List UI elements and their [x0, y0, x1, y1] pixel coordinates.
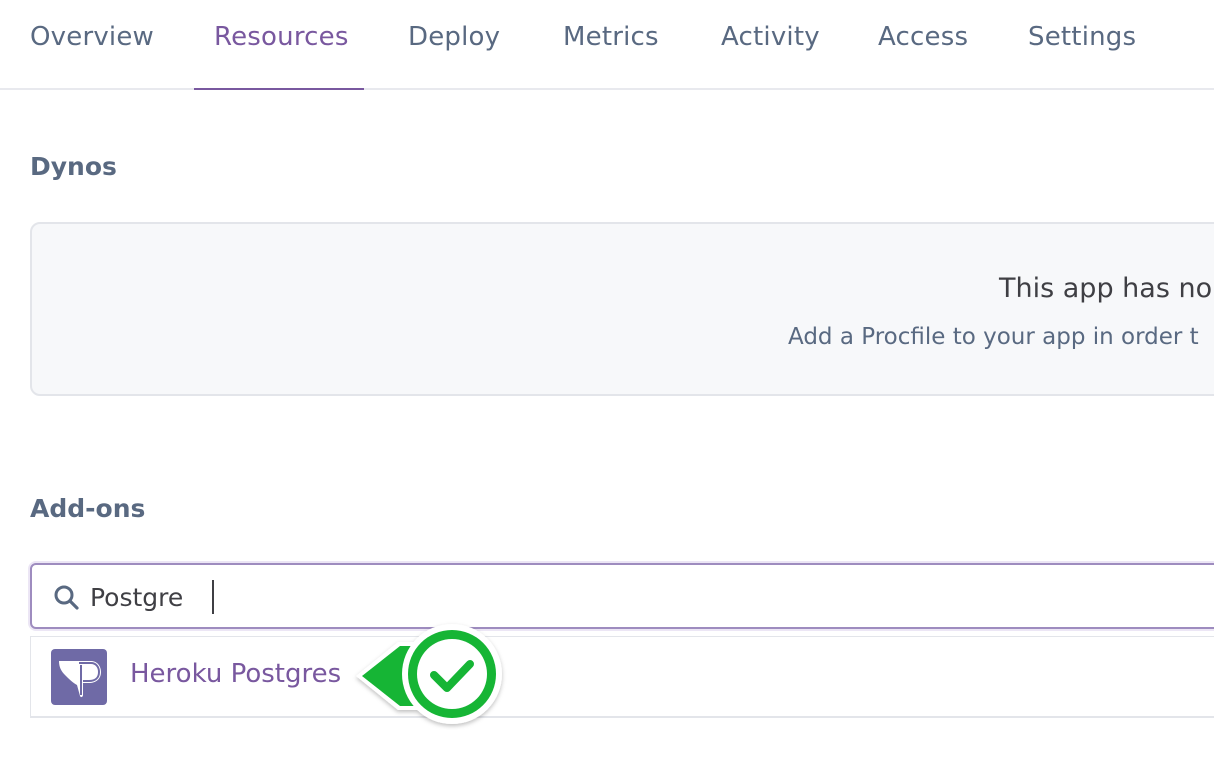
- dynos-empty-subtitle: Add a Procfile to your app in order t: [788, 324, 1199, 350]
- tab-overview[interactable]: Overview: [30, 0, 154, 90]
- addon-result-label: Heroku Postgres: [130, 659, 342, 689]
- addon-search-input[interactable]: [90, 577, 590, 617]
- green-checkmark-icon: [356, 624, 502, 724]
- top-navigation: Overview Resources Deploy Metrics Activi…: [0, 0, 1214, 90]
- tab-settings[interactable]: Settings: [1028, 0, 1136, 90]
- dynos-heading: Dynos: [30, 152, 117, 181]
- text-caret: [212, 580, 214, 614]
- active-tab-indicator: [194, 88, 364, 90]
- search-icon: [54, 585, 79, 610]
- heroku-postgres-logo-icon: [51, 649, 107, 705]
- addon-search-field[interactable]: [30, 563, 1214, 629]
- tab-metrics[interactable]: Metrics: [563, 0, 659, 90]
- dynos-empty-state: This app has no Add a Procfile to your a…: [30, 222, 1214, 396]
- tab-activity[interactable]: Activity: [721, 0, 820, 90]
- tab-access[interactable]: Access: [878, 0, 968, 90]
- tab-deploy[interactable]: Deploy: [408, 0, 500, 90]
- addon-result-heroku-postgres[interactable]: Heroku Postgres: [31, 637, 1214, 717]
- dynos-empty-title: This app has no: [999, 273, 1213, 304]
- postgres-elephant-icon: [59, 661, 101, 698]
- tab-resources[interactable]: Resources: [214, 0, 349, 90]
- addon-search-results: Heroku Postgres: [30, 636, 1214, 718]
- addons-heading: Add-ons: [30, 494, 146, 523]
